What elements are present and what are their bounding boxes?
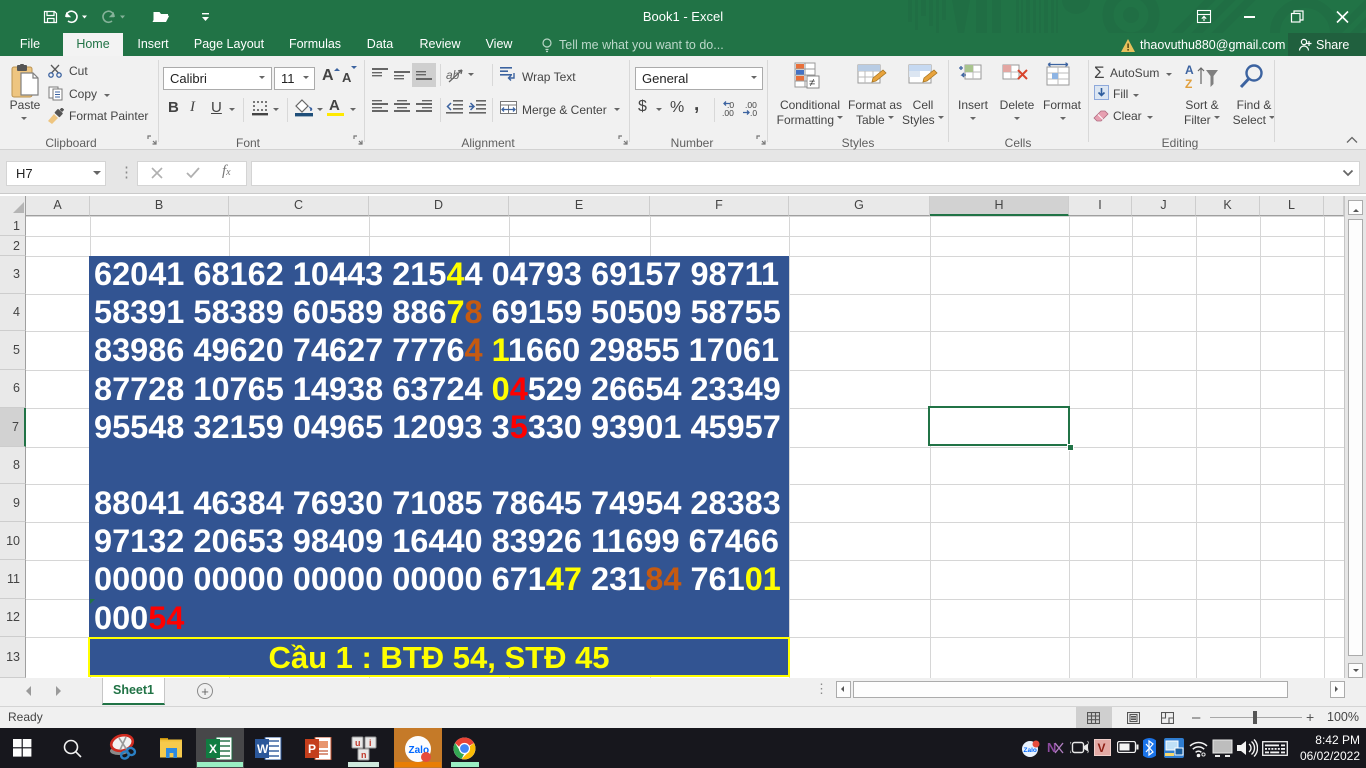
svg-text:n: n (361, 750, 367, 760)
svg-text:.00: .00 (722, 108, 734, 117)
svg-text:V: V (1098, 741, 1106, 755)
svg-text:A: A (1185, 63, 1194, 77)
svg-text:≠: ≠ (809, 77, 815, 89)
svg-text:i: i (369, 738, 372, 748)
svg-text:P: P (308, 742, 316, 756)
svg-text:Zalo: Zalo (1024, 747, 1037, 754)
svg-text:.0: .0 (750, 108, 757, 117)
svg-text:Z: Z (1185, 77, 1192, 91)
svg-text:u: u (355, 738, 361, 748)
svg-text:ab: ab (446, 68, 460, 82)
svg-text:W: W (257, 742, 269, 756)
svg-text:X: X (209, 742, 217, 756)
